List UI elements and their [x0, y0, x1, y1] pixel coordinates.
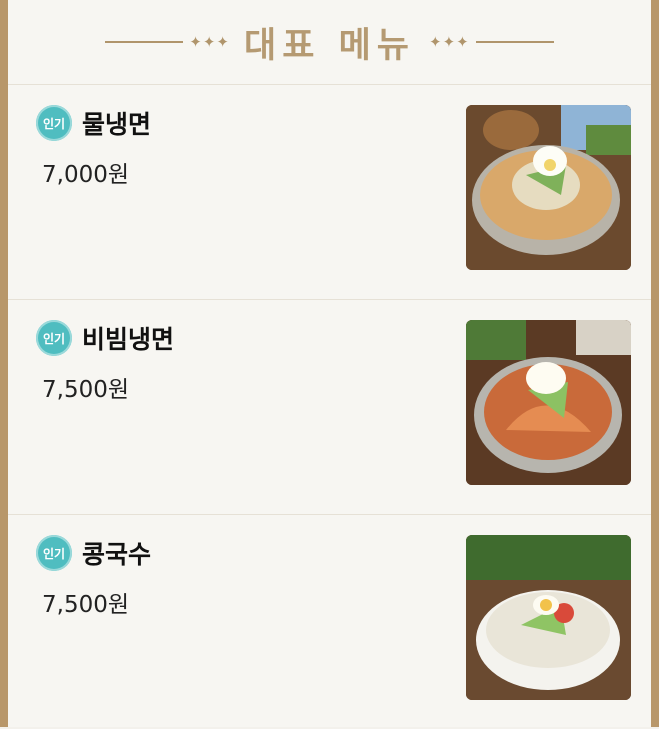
section-title: 대표 메뉴 — [244, 25, 415, 66]
menu-item-bibim-naengmyeon[interactable]: 인기 비빔냉면 7,500원 — [8, 299, 651, 514]
popular-badge: 인기 — [36, 320, 72, 356]
menu-card: ✦✦✦ 대표 메뉴 ✦✦✦ 인기 물냉면 7,000원 인기 비빔냉면 7,50… — [0, 0, 659, 727]
menu-item-kongguksu[interactable]: 인기 콩국수 7,500원 — [8, 514, 651, 729]
section-header: ✦✦✦ 대표 메뉴 ✦✦✦ — [8, 0, 651, 84]
menu-item-name: 비빔냉면 — [82, 325, 175, 354]
menu-item-name: 물냉면 — [82, 110, 152, 139]
menu-item-photo[interactable] — [466, 105, 631, 270]
menu-item-price: 7,000원 — [42, 162, 130, 188]
menu-item-photo[interactable] — [466, 320, 631, 485]
menu-item-name: 콩국수 — [82, 540, 152, 569]
menu-item-photo[interactable] — [466, 535, 631, 700]
menu-item-price: 7,500원 — [42, 592, 130, 618]
ornament-left: ✦✦✦ — [105, 33, 230, 51]
popular-badge: 인기 — [36, 105, 72, 141]
popular-badge: 인기 — [36, 535, 72, 571]
ornament-right: ✦✦✦ — [429, 33, 554, 51]
menu-item-price: 7,500원 — [42, 377, 130, 403]
menu-item-mul-naengmyeon[interactable]: 인기 물냉면 7,000원 — [8, 84, 651, 299]
